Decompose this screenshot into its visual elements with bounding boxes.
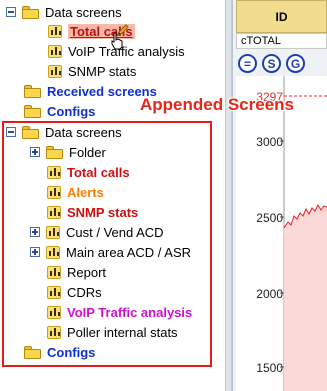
- id-column-header[interactable]: ID: [236, 0, 327, 33]
- chart-svg: [280, 76, 327, 391]
- folder-icon: [24, 104, 41, 118]
- y-label-3000: 3000: [256, 135, 283, 149]
- ctotal-label: cTOTAL: [241, 35, 281, 47]
- collapse-icon[interactable]: [6, 7, 16, 17]
- y-label-2000: 2000: [256, 287, 283, 301]
- tree-item[interactable]: Configs: [24, 101, 95, 121]
- equals-button[interactable]: =: [238, 54, 257, 73]
- tree-item-label: Data screens: [45, 4, 122, 20]
- y-label-1500: 1500: [256, 361, 283, 375]
- tree-item-label: Configs: [47, 103, 96, 119]
- y-label-2500: 2500: [256, 211, 283, 225]
- id-header-label: ID: [275, 9, 288, 24]
- hand-cursor-icon: [111, 32, 123, 50]
- tree-item[interactable]: Received screens: [24, 81, 157, 101]
- s-button[interactable]: S: [262, 54, 281, 73]
- ctotal-cell[interactable]: cTOTAL: [236, 33, 327, 49]
- tree-item[interactable]: SNMP stats: [48, 61, 136, 81]
- bar-chart-icon: [48, 44, 62, 58]
- tree-item-label: VoIP Traffic analysis: [68, 43, 185, 59]
- folder-icon: [22, 5, 39, 19]
- bar-chart-icon: [48, 24, 62, 38]
- pane-splitter[interactable]: [225, 0, 232, 391]
- tree-item-label: SNMP stats: [68, 63, 137, 79]
- chart-toolbar: = S G: [236, 52, 327, 76]
- g-button[interactable]: G: [286, 54, 305, 73]
- chart-area: 3297 3000 2500 2000 1500: [236, 76, 327, 391]
- bar-chart-icon: [48, 64, 62, 78]
- tree-item[interactable]: Data screens: [6, 2, 122, 22]
- appended-screens-highlight: [2, 121, 212, 367]
- series-area: [284, 205, 327, 391]
- appended-screens-annotation: Appended Screens: [140, 95, 294, 114]
- folder-icon: [24, 84, 41, 98]
